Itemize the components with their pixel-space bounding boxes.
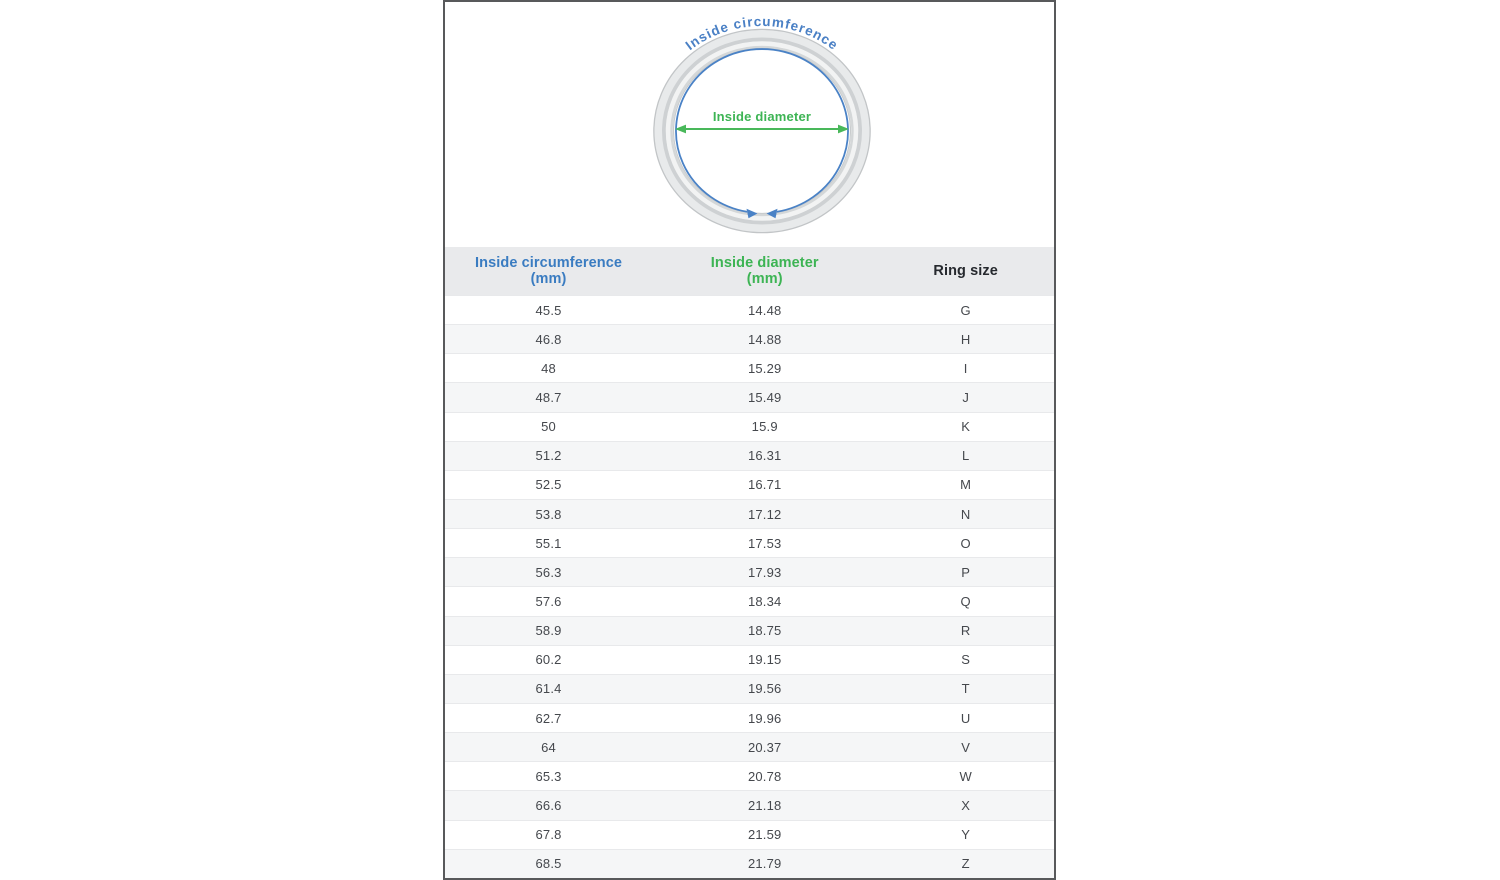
table-row: 67.821.59Y: [445, 820, 1054, 849]
table-row: 46.814.88H: [445, 324, 1054, 353]
header-line1: Inside diameter: [711, 255, 819, 271]
table-row: 45.514.48G: [445, 295, 1054, 324]
diameter-cell: 21.59: [652, 827, 877, 842]
ring-size-cell: T: [877, 681, 1054, 696]
table-row: 68.521.79Z: [445, 849, 1054, 878]
header-line1: Inside circumference: [475, 255, 622, 271]
diameter-cell: 21.18: [652, 798, 877, 813]
circumference-cell: 58.9: [445, 623, 652, 638]
diameter-label: Inside diameter: [713, 109, 811, 124]
ring-size-cell: W: [877, 769, 1054, 784]
ring-size-cell: J: [877, 390, 1054, 405]
circumference-cell: 64: [445, 740, 652, 755]
circumference-cell: 56.3: [445, 565, 652, 580]
ring-size-cell: K: [877, 419, 1054, 434]
ring-size-cell: V: [877, 740, 1054, 755]
header-line1: Ring size: [933, 263, 998, 279]
table-row: 58.918.75R: [445, 616, 1054, 645]
table-row: 4815.29I: [445, 353, 1054, 382]
ring-size-cell: S: [877, 652, 1054, 667]
table-row: 55.117.53O: [445, 528, 1054, 557]
table-row: 48.715.49J: [445, 382, 1054, 411]
header-inside-circumference: Inside circumference (mm): [445, 255, 652, 287]
circumference-cell: 46.8: [445, 332, 652, 347]
ring-size-cell: H: [877, 332, 1054, 347]
diameter-cell: 20.78: [652, 769, 877, 784]
table-row: 60.219.15S: [445, 645, 1054, 674]
table-row: 51.216.31L: [445, 441, 1054, 470]
diameter-cell: 14.48: [652, 303, 877, 318]
diameter-cell: 18.34: [652, 594, 877, 609]
ring-size-cell: M: [877, 477, 1054, 492]
diameter-cell: 16.71: [652, 477, 877, 492]
diameter-cell: 19.15: [652, 652, 877, 667]
ring-size-cell: N: [877, 507, 1054, 522]
ring-size-cell: Z: [877, 856, 1054, 871]
table-row: 53.817.12N: [445, 499, 1054, 528]
circumference-cell: 60.2: [445, 652, 652, 667]
ring-illustration: [654, 30, 870, 233]
circumference-cell: 55.1: [445, 536, 652, 551]
ring-size-cell: Q: [877, 594, 1054, 609]
table-row: 56.317.93P: [445, 557, 1054, 586]
circumference-cell: 66.6: [445, 798, 652, 813]
diameter-cell: 21.79: [652, 856, 877, 871]
page: Inside circumference Inside diameter Ins…: [0, 0, 1500, 880]
table-row: 65.320.78W: [445, 761, 1054, 790]
diameter-cell: 15.49: [652, 390, 877, 405]
diameter-cell: 15.29: [652, 361, 877, 376]
table-row: 5015.9K: [445, 412, 1054, 441]
table-body: 45.514.48G46.814.88H4815.29I48.715.49J50…: [445, 295, 1054, 878]
diameter-cell: 19.56: [652, 681, 877, 696]
diameter-arrow: [675, 125, 849, 134]
ring-diagram-svg: Inside circumference Inside diameter: [445, 2, 1054, 247]
circumference-cell: 48: [445, 361, 652, 376]
diameter-cell: 17.53: [652, 536, 877, 551]
header-line2: (mm): [652, 271, 877, 287]
ring-size-cell: Y: [877, 827, 1054, 842]
circumference-cell: 68.5: [445, 856, 652, 871]
diameter-cell: 20.37: [652, 740, 877, 755]
table-row: 62.719.96U: [445, 703, 1054, 732]
table-row: 6420.37V: [445, 732, 1054, 761]
circumference-cell: 62.7: [445, 711, 652, 726]
circumference-cell: 67.8: [445, 827, 652, 842]
table-row: 61.419.56T: [445, 674, 1054, 703]
circumference-cell: 65.3: [445, 769, 652, 784]
diameter-cell: 18.75: [652, 623, 877, 638]
ring-size-table: Inside circumference (mm) Inside diamete…: [445, 247, 1054, 878]
table-row: 66.621.18X: [445, 790, 1054, 819]
diameter-cell: 17.12: [652, 507, 877, 522]
ring-size-cell: I: [877, 361, 1054, 376]
ring-size-cell: P: [877, 565, 1054, 580]
table-header-row: Inside circumference (mm) Inside diamete…: [445, 247, 1054, 295]
diameter-cell: 16.31: [652, 448, 877, 463]
ring-size-cell: G: [877, 303, 1054, 318]
diameter-cell: 14.88: [652, 332, 877, 347]
circumference-cell: 50: [445, 419, 652, 434]
header-inside-diameter: Inside diameter (mm): [652, 255, 877, 287]
diameter-cell: 15.9: [652, 419, 877, 434]
ring-diagram: Inside circumference Inside diameter: [445, 2, 1054, 247]
circumference-cell: 51.2: [445, 448, 652, 463]
ring-size-cell: X: [877, 798, 1054, 813]
circumference-cell: 53.8: [445, 507, 652, 522]
ring-size-cell: U: [877, 711, 1054, 726]
diameter-cell: 17.93: [652, 565, 877, 580]
circumference-cell: 48.7: [445, 390, 652, 405]
table-row: 52.516.71M: [445, 470, 1054, 499]
table-row: 57.618.34Q: [445, 586, 1054, 615]
circumference-cell: 61.4: [445, 681, 652, 696]
diameter-cell: 19.96: [652, 711, 877, 726]
circumference-cell: 52.5: [445, 477, 652, 492]
header-line2: (mm): [445, 271, 652, 287]
ring-size-cell: O: [877, 536, 1054, 551]
circumference-cell: 45.5: [445, 303, 652, 318]
ring-size-cell: R: [877, 623, 1054, 638]
ring-size-cell: L: [877, 448, 1054, 463]
circumference-cell: 57.6: [445, 594, 652, 609]
ring-size-chart-panel: Inside circumference Inside diameter Ins…: [443, 0, 1056, 880]
header-ring-size: Ring size: [877, 263, 1054, 279]
